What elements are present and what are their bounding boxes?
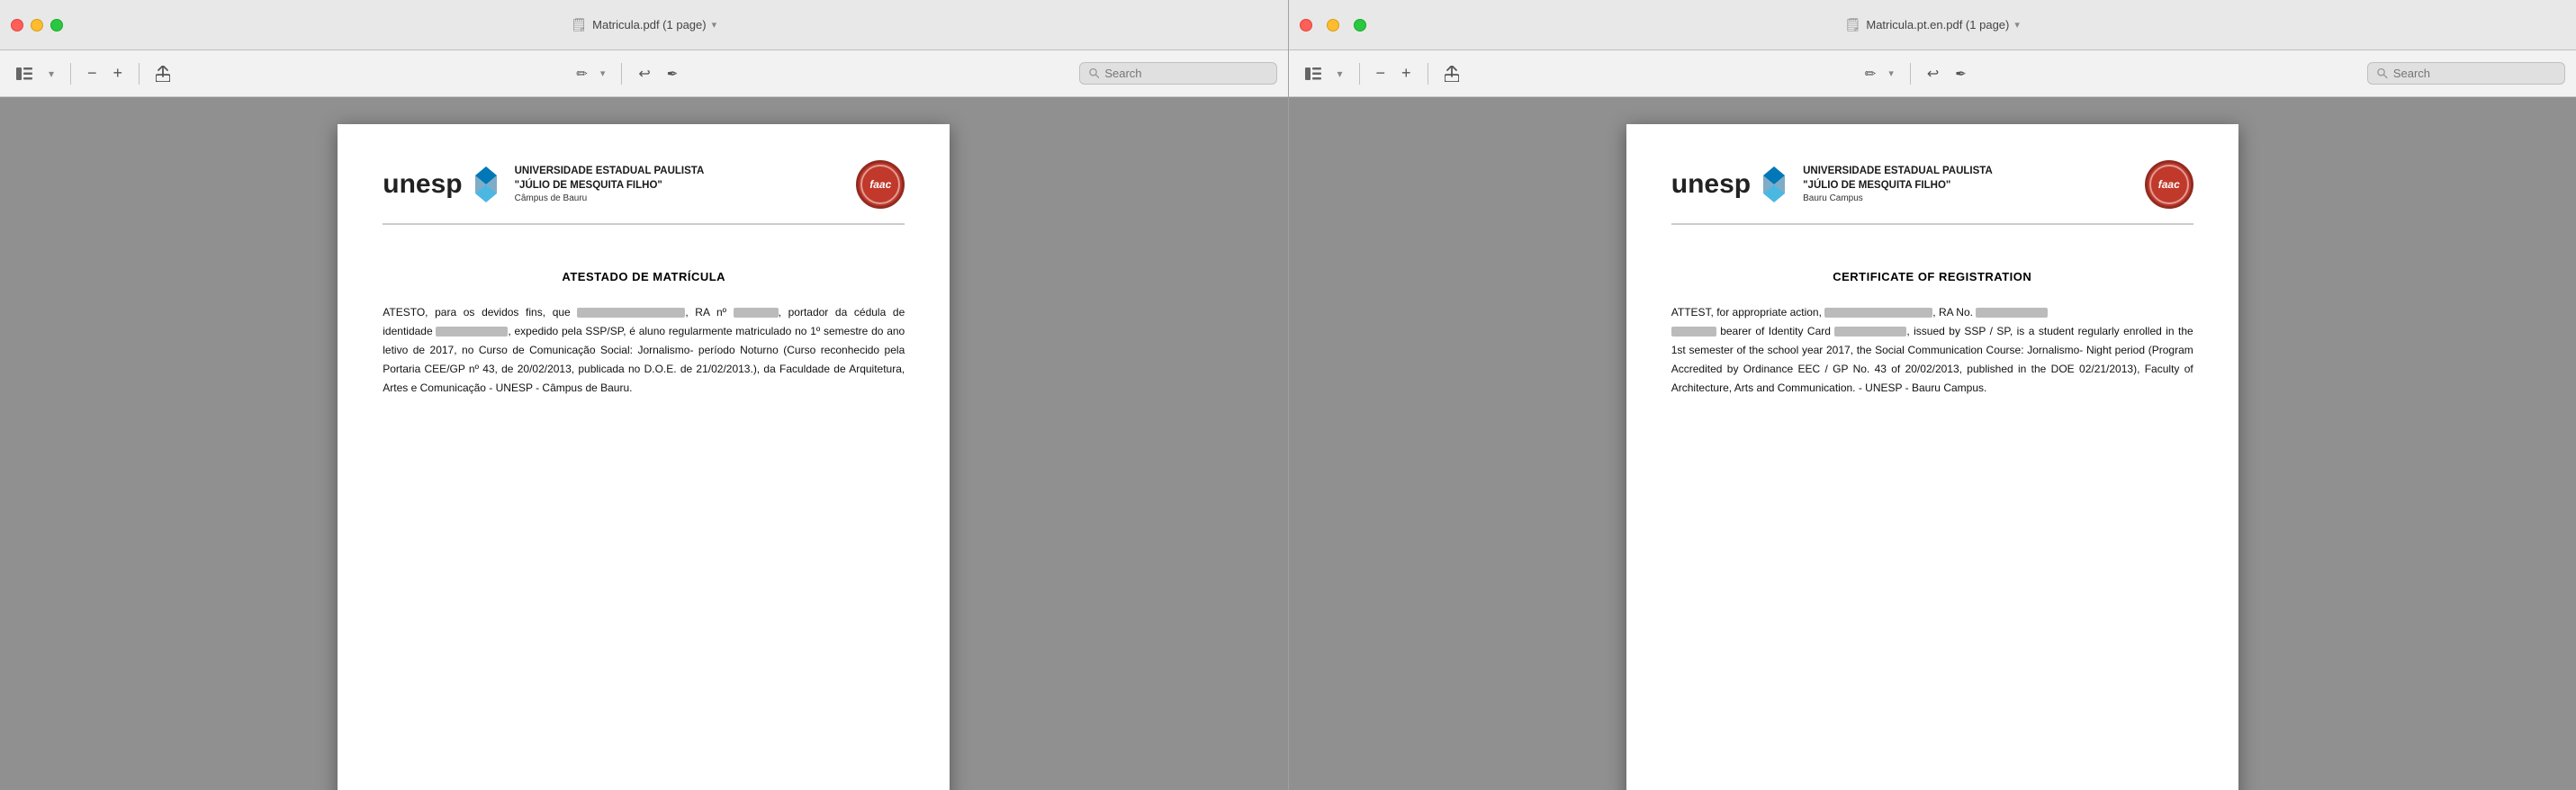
uni-line3-2: Bauru Campus	[1803, 193, 1993, 205]
search-icon-1	[1089, 67, 1100, 79]
uni-line2-1: "JÚLIO DE MESQUITA FILHO"	[515, 178, 705, 193]
rotate-button-2[interactable]: ↩	[1922, 61, 1944, 86]
faac-inner-2: faac	[2149, 165, 2189, 204]
annotate-chevron-2[interactable]: ▾	[1883, 64, 1899, 83]
sidebar-icon-2	[1305, 67, 1321, 80]
faac-text-1: faac	[869, 178, 891, 191]
close-button-2[interactable]	[1300, 19, 1312, 31]
sidebar-toggle-button-2[interactable]	[1300, 64, 1327, 84]
share-button-2[interactable]	[1439, 62, 1464, 85]
sidebar-icon	[16, 67, 32, 80]
search-input-1[interactable]	[1104, 67, 1266, 80]
window-title-1: Matricula.pdf (1 page)	[592, 18, 706, 31]
search-box-1[interactable]	[1079, 62, 1277, 85]
rotate-button-1[interactable]: ↩	[633, 61, 655, 86]
uni-left-1: unesp UNIVERSIDADE ESTADUAL PAULISTA "JÚ…	[383, 164, 704, 205]
sign-button-2[interactable]: ✒	[1950, 62, 1972, 85]
pdf-pane-1: 🗒 Matricula.pdf (1 page) ▾ ▾ − +	[0, 0, 1289, 790]
share-button-1[interactable]	[150, 62, 176, 85]
unesp-diamond-icon-1	[470, 165, 502, 204]
pdf-file-icon-2: 🗒	[1845, 17, 1861, 32]
annotate-chevron-1[interactable]: ▾	[595, 64, 611, 83]
divider-3	[621, 63, 622, 85]
maximize-button[interactable]	[50, 19, 63, 31]
faac-badge-2: faac	[2145, 160, 2193, 209]
pdf-content-1: unesp UNIVERSIDADE ESTADUAL PAULISTA "JÚ…	[0, 97, 1288, 790]
unesp-logo-area-2: unesp	[1671, 165, 1790, 204]
uni-line2-2: "JÚLIO DE MESQUITA FILHO"	[1803, 178, 1993, 193]
uni-left-2: unesp UNIVERSIDADE ESTADUAL PAULISTA "JÚ…	[1671, 164, 1993, 205]
faac-inner-1: faac	[860, 165, 900, 204]
title-bar-2: 🗒 Matricula.pt.en.pdf (1 page) ▾	[1289, 0, 2576, 50]
redacted-id-1	[436, 327, 508, 337]
doc-body-1: ATESTO, para os devidos fins, que , RA n…	[383, 303, 905, 398]
sign-button-1[interactable]: ✒	[662, 62, 684, 85]
uni-header-2: unesp UNIVERSIDADE ESTADUAL PAULISTA "JÚ…	[1671, 160, 2193, 225]
uni-line3-1: Câmpus de Bauru	[515, 193, 705, 205]
redacted-ra-1	[734, 308, 779, 318]
redacted-ra-2	[1976, 308, 2048, 318]
uni-header-1: unesp UNIVERSIDADE ESTADUAL PAULISTA "JÚ…	[383, 160, 905, 225]
search-icon-2	[2377, 67, 2388, 79]
doc-title-2: CERTIFICATE OF REGISTRATION	[1671, 270, 2193, 283]
pdf-file-icon: 🗒	[571, 17, 587, 32]
divider-6	[1910, 63, 1911, 85]
annotate-button-2[interactable]: ✏	[1860, 62, 1882, 85]
redacted-id-2	[1671, 327, 1716, 337]
redacted-name-2	[1824, 308, 1932, 318]
annotate-button-1[interactable]: ✏	[571, 62, 593, 85]
faac-badge-1: faac	[856, 160, 905, 209]
title-chevron-1[interactable]: ▾	[712, 19, 717, 31]
pdf-content-2: unesp UNIVERSIDADE ESTADUAL PAULISTA "JÚ…	[1289, 97, 2576, 790]
zoom-in-button-1[interactable]: +	[108, 60, 129, 86]
title-center-1: 🗒 Matricula.pdf (1 page) ▾	[571, 17, 716, 32]
zoom-in-button-2[interactable]: +	[1396, 60, 1417, 86]
uni-name-block-1: UNIVERSIDADE ESTADUAL PAULISTA "JÚLIO DE…	[515, 164, 705, 205]
toolbar-chevron-1[interactable]: ▾	[43, 64, 59, 84]
maximize-button-2[interactable]	[1354, 19, 1366, 31]
minimize-button-2[interactable]	[1327, 19, 1339, 31]
doc-paragraph-2: ATTEST, for appropriate action, , RA No.…	[1671, 303, 2193, 398]
pdf-pane-2: 🗒 Matricula.pt.en.pdf (1 page) ▾ ▾ − +	[1289, 0, 2576, 790]
pdf-page-2: unesp UNIVERSIDADE ESTADUAL PAULISTA "JÚ…	[1626, 124, 2238, 790]
divider-2	[139, 63, 140, 85]
toolbar-1: ▾ − + ✏ ▾ ↩ ✒	[0, 50, 1288, 97]
minimize-button[interactable]	[31, 19, 43, 31]
doc-title-1: ATESTADO DE MATRÍCULA	[383, 270, 905, 283]
divider-1	[70, 63, 71, 85]
unesp-wordmark-1: unesp	[383, 171, 462, 198]
search-input-2[interactable]	[2393, 67, 2555, 80]
redacted-card-2	[1834, 327, 1906, 337]
zoom-out-button-1[interactable]: −	[82, 60, 103, 86]
faac-text-2: faac	[2158, 178, 2180, 191]
divider-4	[1359, 63, 1360, 85]
window-title-2: Matricula.pt.en.pdf (1 page)	[1866, 18, 2009, 31]
doc-body-2: ATTEST, for appropriate action, , RA No.…	[1671, 303, 2193, 398]
zoom-out-button-2[interactable]: −	[1371, 60, 1392, 86]
uni-name-block-2: UNIVERSIDADE ESTADUAL PAULISTA "JÚLIO DE…	[1803, 164, 1993, 205]
unesp-logo-area-1: unesp	[383, 165, 501, 204]
close-button[interactable]	[11, 19, 23, 31]
share-icon-2	[1445, 66, 1459, 82]
title-chevron-2[interactable]: ▾	[2014, 19, 2020, 31]
unesp-diamond-icon-2	[1758, 165, 1790, 204]
doc-paragraph-1: ATESTO, para os devidos fins, que , RA n…	[383, 303, 905, 398]
uni-line1-2: UNIVERSIDADE ESTADUAL PAULISTA	[1803, 164, 1993, 178]
sidebar-toggle-button[interactable]	[11, 64, 38, 84]
pdf-page-1: unesp UNIVERSIDADE ESTADUAL PAULISTA "JÚ…	[338, 124, 950, 790]
toolbar-2: ▾ − + ✏ ▾ ↩ ✒	[1289, 50, 2576, 97]
unesp-wordmark-2: unesp	[1671, 171, 1751, 198]
title-bar-1: 🗒 Matricula.pdf (1 page) ▾	[0, 0, 1288, 50]
window-controls	[11, 19, 63, 31]
share-icon	[156, 66, 170, 82]
toolbar-chevron-2[interactable]: ▾	[1332, 64, 1348, 84]
title-center-2: 🗒 Matricula.pt.en.pdf (1 page) ▾	[1845, 17, 2020, 32]
window-controls-2	[1300, 19, 1366, 31]
uni-line1-1: UNIVERSIDADE ESTADUAL PAULISTA	[515, 164, 705, 178]
redacted-name-1	[577, 308, 685, 318]
search-box-2[interactable]	[2367, 62, 2565, 85]
